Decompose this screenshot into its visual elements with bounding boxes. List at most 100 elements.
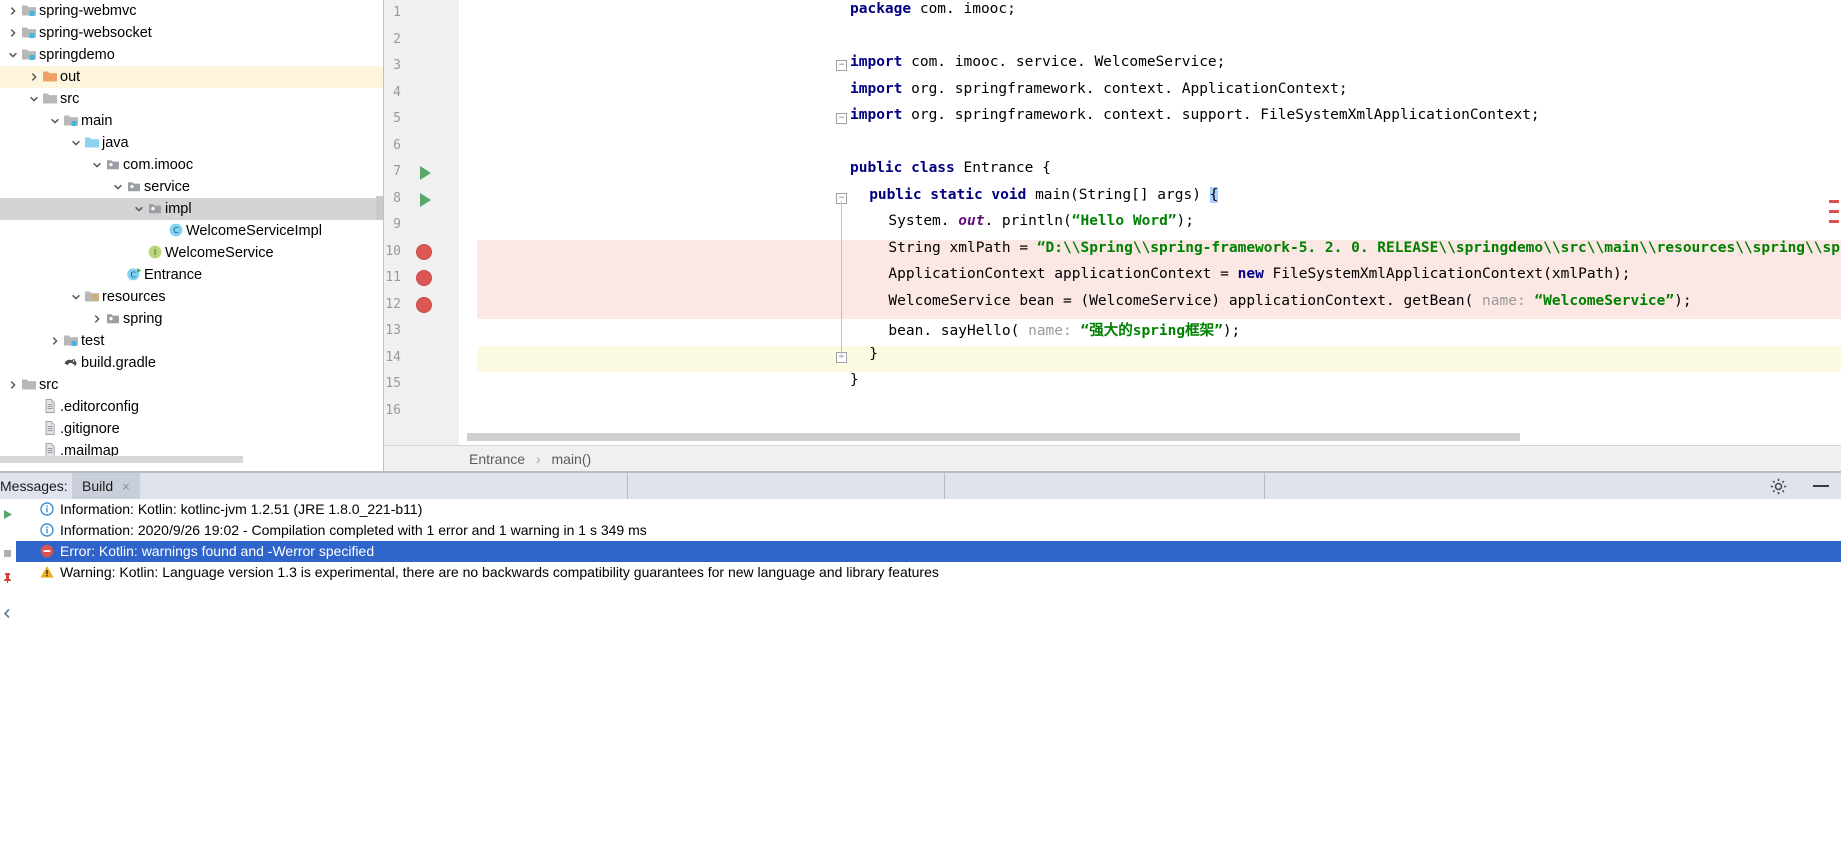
- messages-label: Messages:: [0, 478, 68, 494]
- project-tree-horizontal-scrollbar[interactable]: [0, 456, 243, 463]
- breadcrumb-class[interactable]: Entrance: [469, 451, 525, 467]
- ide-window: spring-webmvc spring-websocket springdemo o…: [0, 0, 1841, 843]
- chevron-down-icon[interactable]: [27, 88, 40, 104]
- tree-item-test[interactable]: test: [0, 330, 383, 352]
- editor-marker-stripe[interactable]: [1829, 200, 1839, 203]
- project-tree[interactable]: spring-webmvc spring-websocket springdemo o…: [0, 0, 383, 462]
- chevron-right-icon[interactable]: [90, 308, 103, 324]
- tree-item-service[interactable]: service: [0, 176, 383, 198]
- java-class-icon: C: [166, 222, 186, 238]
- chevron-down-icon[interactable]: [111, 176, 124, 192]
- svg-text:C: C: [173, 226, 179, 235]
- chevron-down-icon[interactable]: [132, 198, 145, 214]
- gradle-icon: [61, 354, 81, 370]
- code-line-12[interactable]: WelcomeService bean = (WelcomeService) a…: [850, 293, 1691, 309]
- chevron-down-icon[interactable]: [90, 154, 103, 170]
- project-tree-scrollbar[interactable]: [376, 196, 383, 220]
- chevron-down-icon[interactable]: [48, 110, 61, 126]
- tree-item--gitignore[interactable]: .gitignore: [0, 418, 383, 440]
- package-icon: [103, 156, 123, 172]
- tree-item-label: Entrance: [144, 267, 203, 284]
- chevron-right-icon[interactable]: [48, 330, 61, 346]
- folder-icon: [19, 376, 39, 392]
- code-editor[interactable]: 1 2 3 4 5 6 7 8 9 10 11 12 13 14 15 16 package com. imo…: [384, 0, 1841, 472]
- tree-item-entrance[interactable]: C Entrance: [0, 264, 383, 286]
- tree-item-main[interactable]: main: [0, 110, 383, 132]
- header-divider: [1264, 473, 1265, 500]
- breadcrumb-method[interactable]: main(): [552, 451, 592, 467]
- chevron-down-icon[interactable]: [69, 132, 82, 148]
- breadcrumb-separator: ›: [535, 451, 541, 467]
- tree-item-label: java: [102, 135, 129, 152]
- fold-marker[interactable]: −: [836, 113, 847, 124]
- pin-icon[interactable]: [1, 571, 14, 589]
- minimize-icon[interactable]: [1813, 485, 1829, 487]
- code-line-3[interactable]: import com. imooc. service. WelcomeServi…: [850, 54, 1225, 70]
- code-line-10[interactable]: String xmlPath = “D:\\Spring\\spring-fra…: [850, 240, 1841, 256]
- tree-item-src[interactable]: src: [0, 88, 383, 110]
- code-line-14[interactable]: }: [850, 346, 878, 362]
- code-line-7[interactable]: public class Entrance {: [850, 160, 1051, 176]
- code-line-1[interactable]: package com. imooc;: [850, 1, 1016, 17]
- chevron-right-icon[interactable]: [27, 66, 40, 82]
- code-line-11[interactable]: ApplicationContext applicationContext = …: [850, 266, 1630, 282]
- collapse-icon[interactable]: [1, 607, 14, 625]
- tree-item-src[interactable]: src: [0, 374, 383, 396]
- package-icon: [145, 200, 165, 216]
- tree-item-spring-websocket[interactable]: spring-websocket: [0, 22, 383, 44]
- build-messages-list[interactable]: Information: Kotlin: kotlinc-jvm 1.2.51 …: [16, 499, 1841, 843]
- editor-code-area[interactable]: package com. imooc; import com. imooc. se…: [384, 0, 1841, 445]
- tree-item--editorconfig[interactable]: .editorconfig: [0, 396, 383, 418]
- tree-item-spring[interactable]: spring: [0, 308, 383, 330]
- chevron-right-icon[interactable]: [6, 22, 19, 38]
- editor-marker-stripe[interactable]: [1829, 210, 1839, 213]
- code-line-4[interactable]: import org. springframework. context. Ap…: [850, 81, 1348, 97]
- package-icon: [103, 310, 123, 326]
- chevron-down-icon[interactable]: [69, 286, 82, 302]
- build-message-row[interactable]: Warning: Kotlin: Language version 1.3 is…: [16, 562, 1841, 583]
- module-folder-icon: [19, 46, 39, 62]
- tree-item-java[interactable]: java: [0, 132, 383, 154]
- tab-build[interactable]: Build ×: [72, 473, 140, 500]
- tree-item-welcomeservice[interactable]: I WelcomeService: [0, 242, 383, 264]
- editor-marker-stripe[interactable]: [1829, 220, 1839, 223]
- close-icon[interactable]: ×: [122, 479, 130, 494]
- chevron-down-icon[interactable]: [6, 44, 19, 60]
- build-tool-window-action-strip[interactable]: [0, 499, 16, 843]
- tree-item-impl[interactable]: impl: [0, 198, 383, 220]
- chevron-right-icon[interactable]: [6, 0, 19, 16]
- tree-item-spring-webmvc[interactable]: spring-webmvc: [0, 0, 383, 22]
- tree-item-com-imooc[interactable]: com.imooc: [0, 154, 383, 176]
- tree-item-label: test: [81, 333, 105, 350]
- tree-item-label: src: [39, 377, 59, 394]
- breadcrumb[interactable]: Entrance › main(): [384, 445, 1841, 472]
- code-line-13[interactable]: bean. sayHello( name: “强大的spring框架”);: [850, 319, 1240, 340]
- tree-item-build-gradle[interactable]: build.gradle: [0, 352, 383, 374]
- project-tool-window[interactable]: spring-webmvc spring-websocket springdemo o…: [0, 0, 383, 472]
- fold-marker[interactable]: −: [836, 60, 847, 71]
- stop-icon[interactable]: [1, 547, 14, 565]
- tree-item-label: .editorconfig: [60, 399, 139, 416]
- gear-icon[interactable]: [1770, 478, 1787, 500]
- run-icon[interactable]: [1, 508, 14, 526]
- folder-icon: [40, 90, 60, 106]
- code-line-5[interactable]: import org. springframework. context. su…: [850, 107, 1540, 123]
- editor-horizontal-scrollbar[interactable]: [467, 433, 1520, 441]
- tree-item-welcomeserviceimpl[interactable]: C WelcomeServiceImpl: [0, 220, 383, 242]
- build-message-text: Error: Kotlin: warnings found and -Werro…: [60, 543, 375, 559]
- build-message-row[interactable]: Information: Kotlin: kotlinc-jvm 1.2.51 …: [16, 499, 1841, 520]
- code-line-15[interactable]: }: [850, 372, 859, 388]
- build-message-row[interactable]: Error: Kotlin: warnings found and -Werro…: [16, 541, 1841, 562]
- tab-build-label: Build: [82, 478, 114, 494]
- tree-item-label: impl: [165, 201, 192, 218]
- build-message-row[interactable]: Information: 2020/9/26 19:02 - Compilati…: [16, 520, 1841, 541]
- tree-item-springdemo[interactable]: springdemo: [0, 44, 383, 66]
- code-line-8[interactable]: public static void main(String[] args) {: [850, 186, 1219, 203]
- tree-item-out[interactable]: out: [0, 66, 383, 88]
- chevron-right-icon[interactable]: [6, 374, 19, 390]
- tree-item-resources[interactable]: resources: [0, 286, 383, 308]
- tree-item-label: spring-webmvc: [39, 3, 137, 20]
- code-line-9[interactable]: System. out. println(“Hello Word”);: [850, 213, 1194, 229]
- tree-item-label: spring: [123, 311, 163, 328]
- tree-item-label: src: [60, 91, 80, 108]
